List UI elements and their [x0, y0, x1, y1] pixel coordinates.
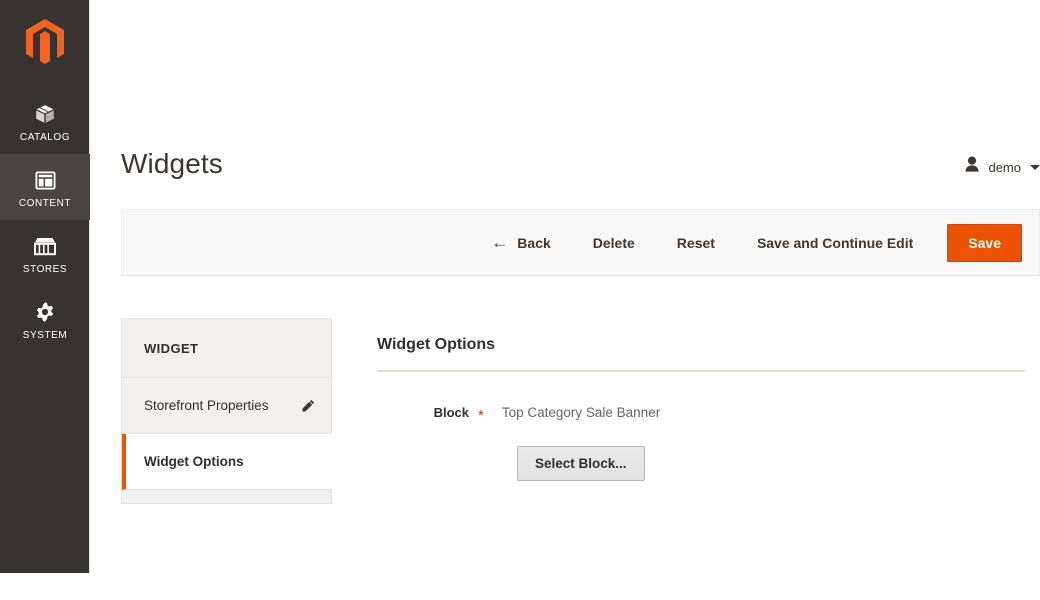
back-button[interactable]: ← Back [491, 228, 550, 257]
system-gear-icon [33, 298, 57, 324]
admin-sidebar: CATALOG CONTENT STORES SYSTEM [0, 0, 90, 573]
back-button-label: Back [517, 234, 551, 251]
arrow-left-icon: ← [491, 233, 509, 252]
page-header: Widgets demo [121, 140, 1040, 202]
save-and-continue-edit-label: Save and Continue Edit [756, 234, 914, 251]
pencil-edit-icon[interactable] [301, 399, 315, 413]
catalog-box-icon [33, 100, 57, 126]
sidebar-item-label: CONTENT [18, 197, 72, 209]
page-actions-toolbar: ← Back Delete Reset Save and Continue Ed… [121, 209, 1040, 276]
magento-logo[interactable] [0, 0, 89, 88]
user-name: demo [988, 159, 1021, 175]
sidebar-item-label: STORES [22, 263, 68, 275]
page-title: Widgets [121, 148, 223, 179]
reset-button[interactable]: Reset [677, 229, 715, 257]
save-button-label: Save [968, 234, 1001, 251]
tab-storefront-properties[interactable]: Storefront Properties [122, 378, 331, 434]
block-field-value: Top Category Sale Banner [501, 405, 661, 420]
sidebar-item-label: SYSTEM [22, 329, 68, 341]
widget-tab-panel: WIDGET Storefront Properties Widget Opti… [121, 318, 332, 504]
select-block-button-label: Select Block... [535, 456, 627, 471]
chevron-down-icon [1030, 164, 1040, 170]
section-title: Widget Options [377, 336, 1025, 372]
delete-button-label: Delete [592, 234, 635, 251]
sidebar-item-catalog[interactable]: CATALOG [0, 88, 90, 154]
reset-button-label: Reset [676, 234, 715, 251]
block-field-label: Block [433, 405, 469, 420]
admin-page: CATALOG CONTENT STORES SYSTEM Widgets de… [0, 0, 1040, 600]
sidebar-item-stores[interactable]: STORES [0, 220, 90, 286]
block-field-control: Select Block... [377, 446, 1025, 481]
save-and-continue-edit-button[interactable]: Save and Continue Edit [757, 229, 913, 257]
tab-group-title: WIDGET [122, 319, 331, 378]
sidebar-item-system[interactable]: SYSTEM [0, 286, 90, 352]
field-row-block: Block * Top Category Sale Banner [377, 405, 1025, 423]
select-block-button[interactable]: Select Block... [517, 446, 645, 481]
tab-label: Storefront Properties [144, 398, 269, 413]
content-layout-icon [34, 166, 57, 192]
widget-options-fieldset: Widget Options Block * Top Category Sale… [377, 336, 1025, 481]
tab-widget-options[interactable]: Widget Options [122, 434, 332, 490]
save-button[interactable]: Save [947, 223, 1022, 262]
magento-logo-icon [24, 18, 66, 71]
sidebar-item-label: CATALOG [19, 131, 71, 143]
user-menu[interactable]: demo [964, 156, 1040, 178]
tab-label: Widget Options [144, 454, 244, 469]
stores-storefront-icon [32, 232, 58, 258]
delete-button[interactable]: Delete [593, 229, 635, 257]
sidebar-item-content[interactable]: CONTENT [0, 154, 90, 220]
user-avatar-icon [964, 156, 980, 178]
